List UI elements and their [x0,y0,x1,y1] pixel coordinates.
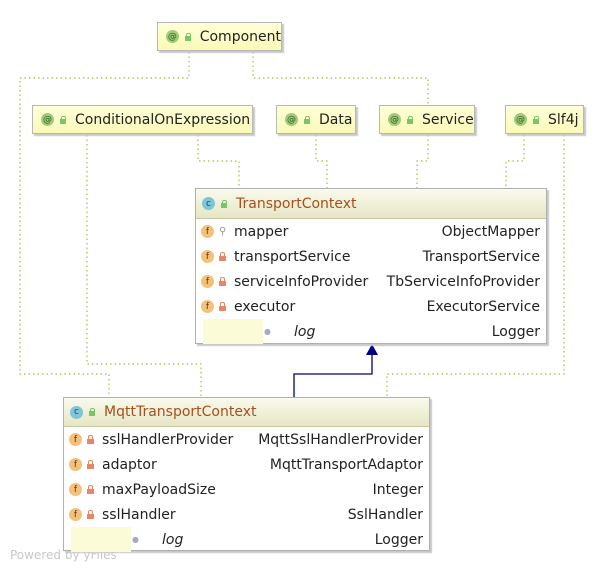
public-icon [184,32,192,41]
field-row[interactable]: f serviceInfoProvider TbServiceInfoProvide… [196,269,546,294]
field-type: Integer [372,481,423,498]
class-header: c TransportContext [196,189,546,219]
lock-icon [219,252,226,261]
generated-highlight [71,527,131,552]
edge-component-service [252,52,429,105]
edge-conditional-mqtt [86,135,202,397]
field-name: log [162,531,184,548]
annotation-icon: @ [41,113,54,126]
field-type: MqttTransportAdaptor [269,456,423,473]
field-name: maxPayloadSize [102,481,216,498]
public-icon [406,115,414,124]
field-row[interactable]: f executor ExecutorService [196,294,546,319]
edge-slf4j-transport [505,135,525,188]
edge-inheritance [293,352,373,397]
class-name: TransportContext [236,195,357,212]
field-type: Logger [491,323,540,340]
lock-icon [87,460,94,469]
field-icon: f [69,483,82,496]
field-icon: f [69,433,82,446]
class-icon: c [202,197,215,210]
annotation-name: Slf4j [548,111,579,128]
class-header: c MqttTransportContext [64,398,429,427]
inheritance-arrowhead [366,344,378,355]
field-type: MqttSslHandlerProvider [258,431,423,448]
public-icon [59,115,67,124]
annotation-name: ConditionalOnExpression [75,111,251,128]
generated-highlight [203,319,263,344]
lock-icon [87,485,94,494]
annotation-conditionalonexpression[interactable]: @ ConditionalOnExpression [32,105,253,134]
edge-component-mqtt [19,52,190,397]
field-name: log [294,323,316,340]
lock-icon [219,302,226,311]
lock-icon [87,435,94,444]
field-type: TransportService [422,248,540,265]
field-icon: f [201,275,214,288]
field-icon: f [201,250,214,263]
class-icon: c [70,405,83,419]
field-row[interactable]: f transportService TransportService [196,244,546,269]
field-name: serviceInfoProvider [234,273,369,290]
field-icon: f [69,458,82,471]
annotation-icon: @ [166,30,179,43]
lock-icon [219,277,226,286]
annotation-name: Data [319,111,353,128]
field-type: Logger [374,531,423,548]
annotation-slf4j[interactable]: @ Slf4j [505,105,584,134]
field-name: sslHandler [102,506,176,523]
field-row[interactable]: f sslHandler SslHandler [64,502,429,527]
field-icon: f [69,508,82,521]
field-row[interactable]: f adaptor MqttTransportAdaptor [64,452,429,477]
field-type: ObjectMapper [441,223,540,240]
public-icon [532,115,540,124]
field-name: sslHandlerProvider [102,431,234,448]
edge-data-transport [315,135,328,188]
annotation-icon: @ [388,113,401,126]
class-name: MqttTransportContext [104,404,257,420]
annotation-service[interactable]: @ Service [379,105,475,134]
field-row[interactable]: ● log Logger [64,527,429,552]
annotation-icon: @ [285,113,298,126]
field-row[interactable]: f ⚲ mapper ObjectMapper [196,219,546,244]
annotation-data[interactable]: @ Data [276,105,356,134]
public-icon [220,199,228,208]
annotation-name: Component [199,28,281,45]
field-row[interactable]: f maxPayloadSize Integer [64,477,429,502]
edge-service-transport [416,135,429,188]
field-type: SslHandler [347,506,423,523]
field-name: adaptor [102,456,157,473]
field-name: mapper [234,223,289,240]
public-icon [303,115,311,124]
annotation-name: Service [422,111,474,128]
field-row[interactable]: f sslHandlerProvider MqttSslHandlerProvide… [64,427,429,452]
field-row[interactable]: ● log Logger [196,319,546,344]
annotation-component[interactable]: @ Component [157,22,282,51]
lock-icon [87,510,94,519]
annotation-icon: @ [514,113,527,126]
generated-icon: ● [132,535,139,544]
generated-icon: ● [264,327,271,336]
field-icon: f [201,225,214,238]
field-type: TbServiceInfoProvider [386,273,540,290]
field-name: executor [234,298,296,315]
field-type: ExecutorService [426,298,540,315]
class-transportcontext[interactable]: c TransportContext f ⚲ mapper ObjectMapper f… [195,188,547,344]
field-icon: f [201,300,214,313]
class-mqtttransportcontext[interactable]: c MqttTransportContext f sslHandlerProvide… [63,397,430,552]
field-name: transportService [234,248,351,265]
public-icon [88,408,96,416]
edge-conditional-transport [197,135,240,188]
package-visibility-icon: ⚲ [219,226,227,237]
